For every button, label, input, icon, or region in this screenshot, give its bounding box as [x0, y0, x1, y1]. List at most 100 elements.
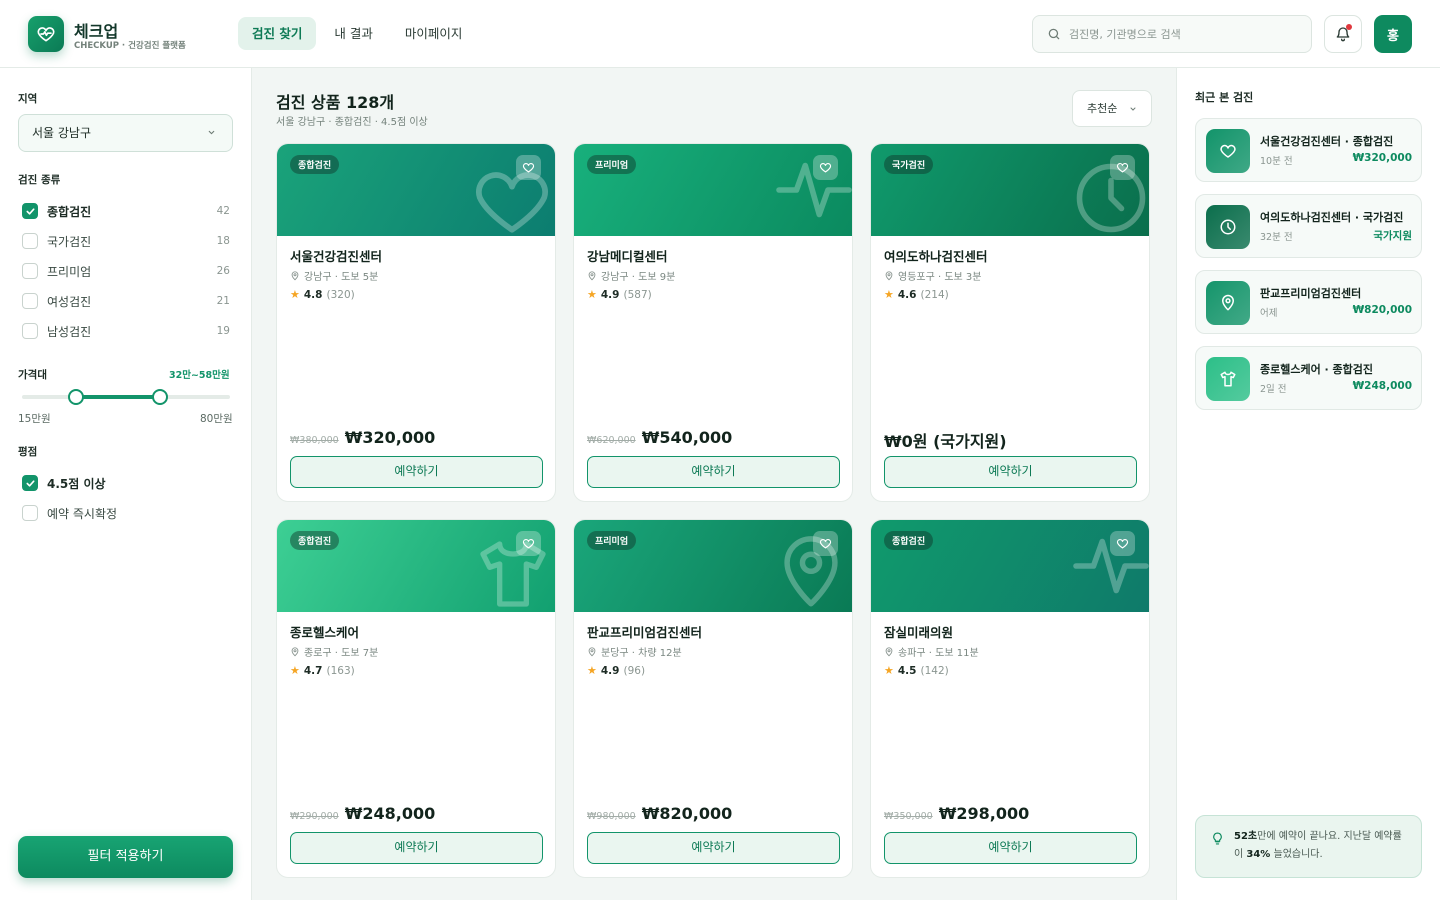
checkbox[interactable]: [22, 263, 38, 279]
book-button[interactable]: 예약하기: [290, 456, 543, 488]
original-price: ₩380,000: [290, 435, 339, 446]
checkbox[interactable]: [22, 505, 38, 521]
region-select[interactable]: 서울 강남구: [18, 114, 233, 152]
tab-my-page[interactable]: 마이페이지: [391, 17, 477, 50]
brand-tagline: CHECKUP · 건강검진 플랫폼: [74, 41, 186, 51]
favorite-button[interactable]: [1110, 155, 1135, 180]
logo[interactable]: [28, 16, 64, 52]
apply-filter-button[interactable]: 필터 적용하기: [18, 836, 233, 878]
favorite-button[interactable]: [813, 155, 838, 180]
checkup-card[interactable]: 종합검진 종로헬스케어 종로구 · 도보 7분 ★ 4.7 (163) ₩290,000 ₩2…: [276, 519, 556, 878]
favorite-button[interactable]: [516, 155, 541, 180]
favorite-button[interactable]: [1110, 531, 1135, 556]
user-avatar[interactable]: 홍: [1374, 15, 1412, 53]
book-button[interactable]: 예약하기: [884, 456, 1137, 488]
review-count: (587): [623, 288, 652, 301]
price-block: ₩380,000 ₩320,000: [290, 428, 435, 447]
recent-item[interactable]: 종로헬스케어 · 종합검진 2일 전 ₩248,000: [1195, 346, 1422, 410]
heart-pulse-icon: [37, 27, 55, 42]
sort-dropdown[interactable]: 추천순: [1072, 90, 1152, 127]
notifications-button[interactable]: [1324, 15, 1362, 53]
book-button[interactable]: 예약하기: [884, 832, 1137, 864]
heart-icon: [819, 162, 832, 173]
price-slider[interactable]: [22, 389, 230, 405]
checkup-card[interactable]: 프리미엄 판교프리미엄검진센터 분당구 · 차량 12분 ★ 4.9 (96) ₩980,0…: [573, 519, 853, 878]
favorite-button[interactable]: [813, 531, 838, 556]
center-rating: ★ 4.7 (163): [290, 664, 355, 677]
review-count: (214): [920, 288, 949, 301]
tab-my-results[interactable]: 내 결과: [320, 17, 386, 50]
category-badge: 종합검진: [884, 531, 934, 550]
book-button[interactable]: 예약하기: [587, 456, 840, 488]
type-option-label: 종합검진: [47, 204, 92, 219]
rating-score: 4.9: [600, 288, 620, 301]
type-option-count: 18: [216, 235, 230, 247]
clock-icon: [1076, 163, 1146, 233]
location-text: 영등포구 · 도보 3분: [898, 272, 982, 283]
book-button[interactable]: 예약하기: [587, 832, 840, 864]
type-option[interactable]: 국가검진 18: [22, 231, 230, 251]
checkbox[interactable]: [22, 233, 38, 249]
rating-heading: 평점: [18, 446, 38, 458]
rating-option[interactable]: 4.5점 이상: [22, 473, 230, 493]
map-pin-icon: [291, 270, 299, 280]
checkbox[interactable]: [22, 293, 38, 309]
star-icon: ★: [884, 288, 894, 301]
recent-item-price: 국가지원: [1373, 230, 1412, 242]
checkbox[interactable]: [22, 323, 38, 339]
checkbox[interactable]: [22, 203, 38, 219]
type-option-label: 국가검진: [47, 234, 92, 249]
favorite-button[interactable]: [516, 531, 541, 556]
category-badge: 프리미엄: [587, 531, 637, 550]
type-heading: 검진 종류: [18, 174, 61, 186]
checkup-card[interactable]: 프리미엄 강남메디컬센터 강남구 · 도보 9분 ★ 4.9 (587) ₩620,000 ₩…: [573, 143, 853, 502]
card-illustration: [770, 532, 852, 612]
center-name: 잠실미래의원: [884, 625, 954, 640]
category-badge: 프리미엄: [587, 155, 637, 174]
center-location: 영등포구 · 도보 3분: [884, 268, 981, 283]
map-pin-icon: [588, 646, 596, 656]
price-block: ₩350,000 ₩298,000: [884, 804, 1029, 823]
checkup-card[interactable]: 종합검진 잠실미래의원 송파구 · 도보 11분 ★ 4.5 (142) ₩350,000 ₩…: [870, 519, 1150, 878]
recent-item[interactable]: 여의도하나검진센터 · 국가검진 32분 전 국가지원: [1195, 194, 1422, 258]
review-count: (96): [623, 664, 646, 677]
price-min-handle[interactable]: [68, 389, 85, 405]
recent-item-title: 여의도하나검진센터 · 국가검진: [1260, 211, 1404, 224]
checkbox[interactable]: [22, 475, 38, 491]
recent-item-thumb: [1206, 281, 1250, 325]
search-input[interactable]: [1069, 27, 1289, 41]
pulse-icon: [1073, 538, 1149, 594]
map-pin-icon: [1222, 294, 1234, 311]
center-location: 분당구 · 차량 12분: [587, 644, 682, 659]
card-illustration: [1069, 524, 1149, 608]
type-option[interactable]: 남성검진 19: [22, 321, 230, 341]
tab-find-checkup[interactable]: 검진 찾기: [238, 17, 317, 50]
star-icon: ★: [884, 664, 894, 677]
location-text: 강남구 · 도보 5분: [304, 272, 379, 283]
recent-item[interactable]: 서울건강검진센터 · 종합검진 10분 전 ₩320,000: [1195, 118, 1422, 182]
original-price: ₩620,000: [587, 435, 636, 446]
type-option[interactable]: 프리미엄 26: [22, 261, 230, 281]
price-block: ₩290,000 ₩248,000: [290, 804, 435, 823]
clock-icon: [1220, 219, 1236, 235]
type-option[interactable]: 종합검진 42: [22, 201, 230, 221]
type-option[interactable]: 여성검진 21: [22, 291, 230, 311]
type-option-label: 여성검진: [47, 294, 92, 309]
location-text: 송파구 · 도보 11분: [898, 648, 979, 659]
type-option-count: 21: [216, 295, 230, 307]
checkup-card[interactable]: 국가검진 여의도하나검진센터 영등포구 · 도보 3분 ★ 4.6 (214) ₩0원 (국…: [870, 143, 1150, 502]
price-max-handle[interactable]: [151, 389, 168, 405]
book-button[interactable]: 예약하기: [290, 832, 543, 864]
chevron-down-icon: [208, 130, 215, 135]
rating-score: 4.7: [303, 664, 323, 677]
check-icon: [25, 479, 35, 487]
search-box: [1032, 15, 1312, 53]
original-price: ₩980,000: [587, 811, 636, 822]
checkup-card[interactable]: 종합검진 서울건강검진센터 강남구 · 도보 5분 ★ 4.8 (320) ₩380,000…: [276, 143, 556, 502]
price-block: ₩980,000 ₩820,000: [587, 804, 732, 823]
current-price: ₩320,000: [344, 428, 436, 447]
price-heading: 가격대: [18, 369, 47, 381]
recent-item-thumb: [1206, 129, 1250, 173]
rating-option[interactable]: 예약 즉시확정: [22, 503, 230, 523]
recent-item[interactable]: 판교프리미엄검진센터 어제 ₩820,000: [1195, 270, 1422, 334]
